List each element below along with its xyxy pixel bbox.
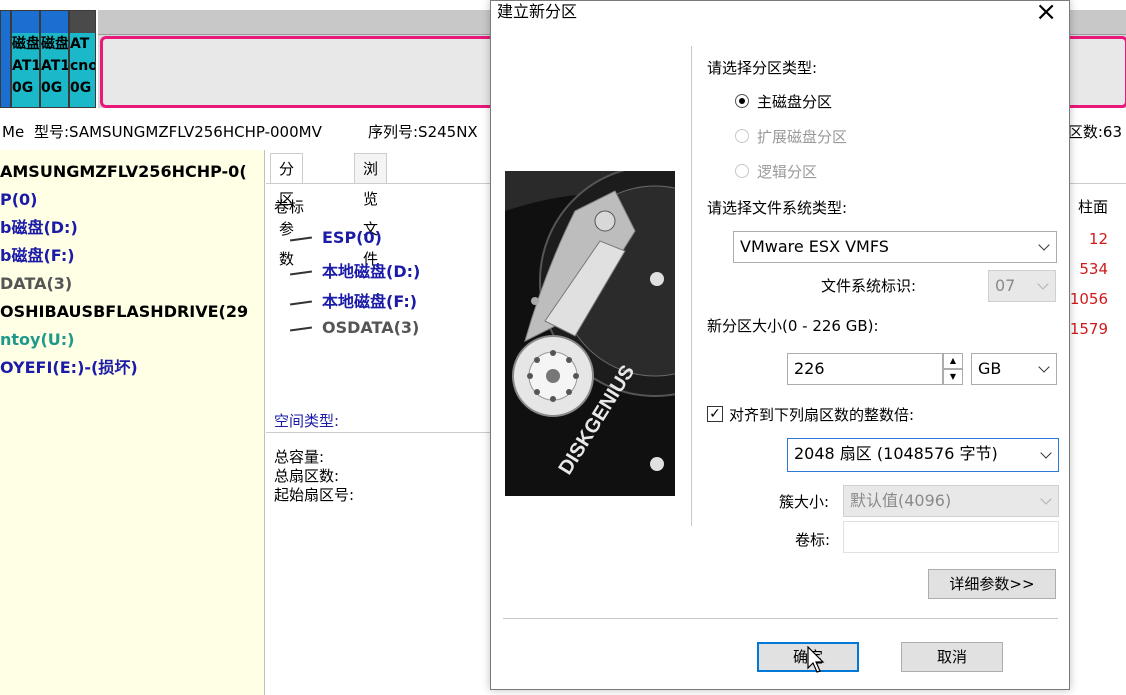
- cylinder-value: 12: [1088, 230, 1108, 248]
- fs-id-label: 文件系统标识:: [821, 277, 917, 295]
- tree-item[interactable]: P(0): [0, 186, 37, 214]
- new-partition-dialog: 建立新分区 × DISKGENIUS 请选择分区类型: 主磁盘分区 扩展磁盘分区…: [490, 0, 1070, 690]
- partition-type-label: 请选择分区类型:: [707, 59, 818, 77]
- disk-segment-1[interactable]: 磁盘 AT1 0G: [11, 10, 40, 108]
- hard-disk-banner: DISKGENIUS: [505, 171, 675, 496]
- segment-line: AT: [70, 36, 90, 52]
- logical-partition-radio[interactable]: [735, 164, 749, 178]
- info-serial: 序列号:S245NX: [368, 123, 478, 141]
- dialog-title: 建立新分区: [497, 2, 578, 21]
- extended-partition-label[interactable]: 扩展磁盘分区: [757, 126, 847, 147]
- segment-line: 0G: [12, 80, 34, 96]
- extended-partition-radio[interactable]: [735, 129, 749, 143]
- partition-row-f[interactable]: 本地磁盘(F:): [289, 288, 418, 312]
- logical-partition-label[interactable]: 逻辑分区: [757, 161, 817, 182]
- cylinder-value: 1579: [1069, 320, 1108, 338]
- segment-line: cno: [70, 58, 96, 74]
- cylinder-value: 1056: [1069, 290, 1108, 308]
- button-divider: [503, 618, 1058, 619]
- size-decrement-button[interactable]: ▼: [943, 369, 963, 385]
- segment-line: 0G: [41, 80, 63, 96]
- volume-column-header: 卷标: [274, 198, 305, 216]
- tree-branch-icon: [289, 325, 313, 332]
- total-capacity-label: 总容量:: [274, 448, 325, 466]
- tab-partition-params[interactable]: 分区参数: [270, 153, 304, 268]
- volume-label-input[interactable]: [843, 521, 1059, 553]
- chevron-down-icon: [1040, 447, 1052, 459]
- segment-line: 磁盘: [41, 36, 69, 52]
- partition-size-value: 226: [794, 359, 825, 378]
- mouse-cursor-icon: [807, 646, 825, 673]
- disk-segment-0[interactable]: [0, 10, 11, 108]
- partition-name: ESP(0): [322, 228, 382, 247]
- chevron-down-icon: [1037, 278, 1049, 290]
- primary-partition-radio[interactable]: [735, 94, 749, 108]
- info-model: 型号:SAMSUNGMZFLV256HCHP-000MV: [34, 123, 322, 141]
- tree-item[interactable]: AMSUNGMZFLV256HCHP-0(: [0, 158, 247, 186]
- fs-type-dropdown[interactable]: VMware ESX VMFS: [733, 231, 1057, 263]
- tree-branch-icon: [289, 235, 313, 242]
- cylinder-value: 534: [1079, 260, 1108, 278]
- total-sectors-label: 总扇区数:: [274, 467, 340, 485]
- segment-line: 0G: [70, 80, 92, 96]
- segment-line: AT1: [12, 58, 40, 74]
- advanced-params-button[interactable]: 详细参数>>: [928, 569, 1056, 599]
- align-checkbox[interactable]: ✓: [707, 406, 723, 422]
- segment-line: 磁盘: [12, 36, 40, 52]
- partition-name: OSDATA(3): [322, 318, 420, 337]
- size-increment-button[interactable]: ▲: [943, 353, 963, 369]
- fs-type-label: 请选择文件系统类型:: [707, 199, 848, 217]
- close-icon[interactable]: ×: [1035, 0, 1057, 25]
- details-divider: [266, 432, 496, 433]
- info-sector-count: 区数:63: [1067, 123, 1122, 141]
- tree-branch-icon: [289, 269, 313, 276]
- chevron-down-icon: [1040, 493, 1052, 505]
- partition-row-osdata[interactable]: OSDATA(3): [289, 318, 420, 337]
- tree-item[interactable]: ntoy(U:): [0, 326, 74, 354]
- size-unit-value: GB: [978, 359, 1002, 378]
- disk-tree: AMSUNGMZFLV256HCHP-0( P(0) b磁盘(D:) b磁盘(F…: [0, 150, 265, 695]
- tab-browse-files[interactable]: 浏览文件: [354, 153, 388, 268]
- partition-row-esp[interactable]: ESP(0): [289, 228, 382, 247]
- chevron-down-icon: [1038, 361, 1050, 373]
- disk-segment-2[interactable]: 磁盘 AT1 0G: [40, 10, 69, 108]
- partition-name: 本地磁盘(D:): [322, 262, 421, 281]
- space-type-label: 空间类型:: [274, 412, 340, 430]
- partition-size-label: 新分区大小(0 - 226 GB):: [707, 317, 879, 335]
- start-sector-label: 起始扇区号:: [274, 486, 355, 504]
- info-prefix: Me: [2, 123, 25, 141]
- align-label[interactable]: 对齐到下列扇区数的整数倍:: [729, 404, 914, 425]
- fs-id-dropdown[interactable]: 07: [988, 270, 1056, 302]
- partition-size-input[interactable]: 226: [787, 353, 943, 385]
- cancel-button[interactable]: 取消: [901, 642, 1003, 672]
- cluster-size-label: 簇大小:: [779, 493, 830, 511]
- segment-line: AT1: [41, 58, 69, 74]
- tree-branch-icon: [289, 299, 313, 306]
- tree-item[interactable]: DATA(3): [0, 270, 72, 298]
- fs-id-value: 07: [995, 276, 1016, 295]
- alignment-value: 2048 扇区 (1048576 字节): [794, 444, 998, 463]
- tree-item[interactable]: b磁盘(F:): [0, 242, 75, 270]
- dialog-divider: [691, 46, 692, 526]
- volume-label-label: 卷标:: [795, 531, 831, 549]
- alignment-dropdown[interactable]: 2048 扇区 (1048576 字节): [787, 438, 1059, 472]
- size-unit-dropdown[interactable]: GB: [971, 353, 1057, 385]
- partition-row-d[interactable]: 本地磁盘(D:): [289, 258, 421, 282]
- cylinder-column-header: 柱面: [1078, 198, 1109, 216]
- disk-segment-3[interactable]: AT cno 0G: [69, 10, 96, 108]
- chevron-down-icon: [1038, 239, 1050, 251]
- partition-name: 本地磁盘(F:): [322, 292, 418, 311]
- tree-item[interactable]: b磁盘(D:): [0, 214, 78, 242]
- cluster-size-value: 默认值(4096): [850, 491, 952, 510]
- fs-type-value: VMware ESX VMFS: [740, 237, 889, 256]
- tree-item[interactable]: OYEFI(E:)-(损坏): [0, 354, 138, 382]
- hard-disk-icon: DISKGENIUS: [505, 171, 675, 496]
- primary-partition-label[interactable]: 主磁盘分区: [757, 91, 832, 112]
- tree-item[interactable]: OSHIBAUSBFLASHDRIVE(29: [0, 298, 248, 326]
- cluster-size-dropdown[interactable]: 默认值(4096): [843, 485, 1059, 517]
